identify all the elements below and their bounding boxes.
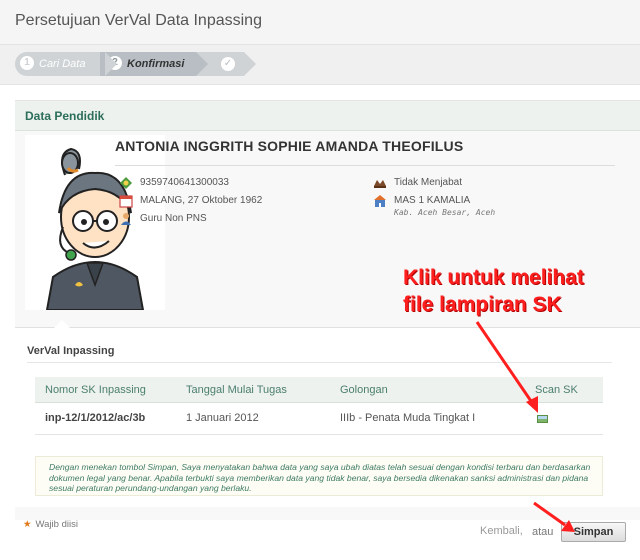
table-header: Nomor SK Inpassing Tanggal Mulai Tugas G… — [35, 377, 603, 403]
page-header: Persetujuan VerVal Data Inpassing — [0, 0, 640, 45]
panel-notch — [54, 320, 70, 328]
scan-sk-image-icon[interactable] — [537, 415, 548, 423]
nuptk-value: 9359740641300033 — [140, 177, 229, 188]
step-chevron — [105, 52, 117, 76]
required-star-icon: ★ — [23, 519, 32, 530]
person-icon — [119, 212, 133, 226]
step-label: Konfirmasi — [127, 58, 185, 70]
verval-title: VerVal Inpassing — [27, 345, 115, 357]
column-header: Tanggal Mulai Tugas — [186, 384, 287, 396]
divider — [115, 165, 615, 166]
section-title: Data Pendidik — [25, 109, 105, 123]
step-number: 1 — [20, 56, 34, 71]
step-chevron — [244, 52, 256, 76]
required-label: Wajib diisi — [35, 519, 78, 530]
column-header: Nomor SK Inpassing — [45, 384, 146, 396]
step-chevron — [196, 52, 208, 76]
sekolah-value: MAS 1 KAMALIA — [394, 195, 471, 206]
check-icon: ✓ — [221, 57, 235, 71]
divider — [27, 362, 612, 363]
step-cari-data[interactable]: 1 Cari Data — [15, 52, 117, 76]
back-link[interactable]: Kembali, — [480, 525, 523, 537]
or-label: atau — [532, 526, 554, 538]
wizard-steps: 1 Cari Data 2 Konfirmasi ✓ — [0, 45, 640, 85]
status-value: Guru Non PNS — [140, 213, 207, 224]
section-header: Data Pendidik — [15, 101, 640, 131]
pendidik-name: ANTONIA INGGRITH SOPHIE AMANDA THEOFILUS — [115, 138, 464, 154]
school-icon — [373, 194, 387, 208]
calendar-icon — [119, 194, 133, 208]
hat-icon — [373, 176, 387, 190]
nomor-sk-cell: inp-12/1/2012/ac/3b — [45, 412, 146, 424]
annotation-line-2: file lampiran SK — [403, 293, 562, 316]
page-title: Persetujuan VerVal Data Inpassing — [15, 12, 262, 29]
tanggal-cell: 1 Januari 2012 — [186, 412, 259, 424]
table-row: inp-12/1/2012/ac/3b 1 Januari 2012 IIIb … — [35, 404, 603, 435]
save-button[interactable]: Simpan — [561, 522, 626, 542]
disclaimer-text: Dengan menekan tombol Simpan, Saya menya… — [49, 462, 591, 493]
lokasi-value: Kab. Aceh Besar, Aceh — [394, 208, 496, 217]
column-header: Golongan — [340, 384, 388, 396]
disclaimer-box: Dengan menekan tombol Simpan, Saya menya… — [35, 456, 603, 496]
birth-value: MALANG, 27 Oktober 1962 — [140, 195, 263, 206]
column-header: Scan SK — [535, 384, 578, 396]
id-card-icon — [119, 176, 133, 190]
golongan-cell: IIIb - Penata Muda Tingkat I — [340, 412, 476, 424]
jabatan-value: Tidak Menjabat — [394, 177, 462, 188]
annotation-line-1: Klik untuk melihat — [403, 266, 584, 289]
step-label: Cari Data — [39, 58, 86, 70]
required-note: ★ Wajib diisi — [23, 519, 78, 530]
annotation-callout: Klik untuk melihat file lampiran SK — [403, 264, 584, 318]
